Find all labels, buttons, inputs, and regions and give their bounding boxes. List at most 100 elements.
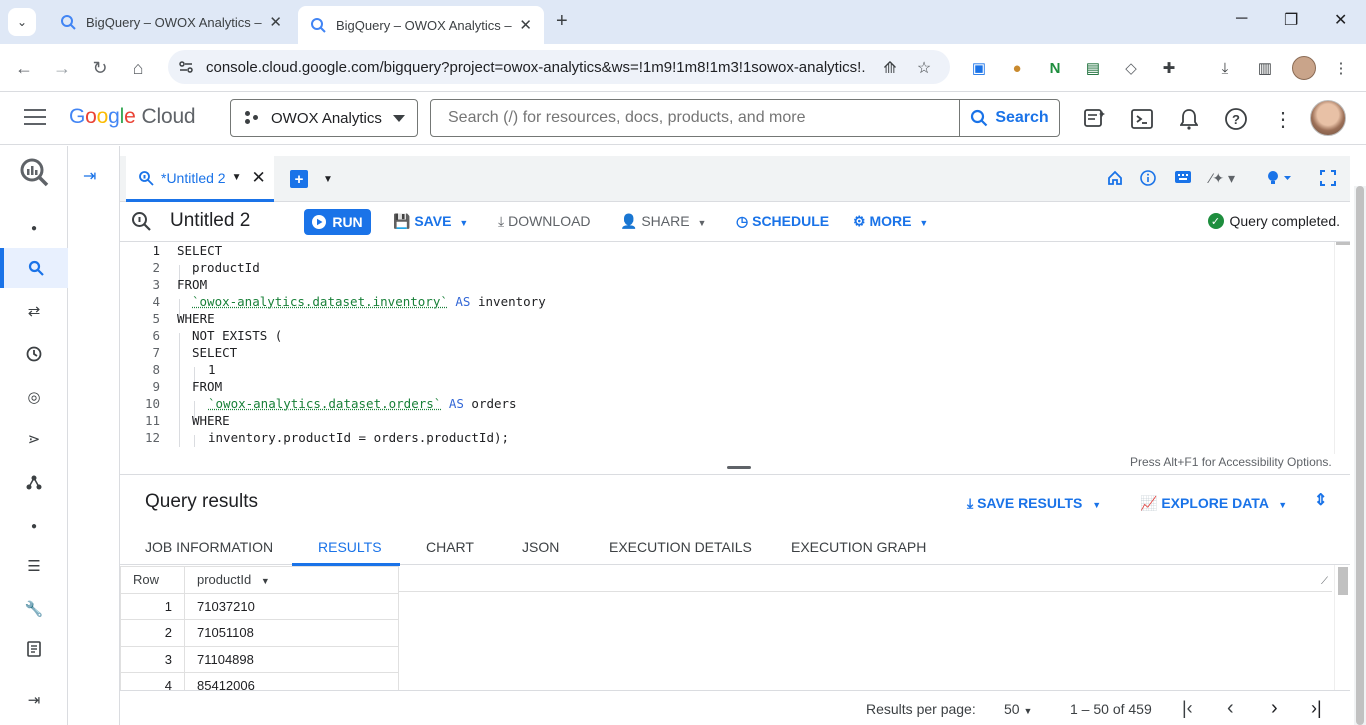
nav-release-notes-icon[interactable] <box>0 629 68 669</box>
insights-chart-icon: 📈 <box>1140 495 1158 511</box>
table-row[interactable]: 1 71037210 <box>120 592 399 620</box>
expand-collapse-icon[interactable]: ⇕ <box>1314 490 1327 510</box>
code-line: 7 SELECT <box>152 345 238 360</box>
nav-wrench-icon[interactable]: 🔧 <box>0 589 68 629</box>
fullscreen-icon[interactable] <box>1320 170 1336 189</box>
nav-search-explorer[interactable] <box>0 248 68 288</box>
main-menu-icon[interactable] <box>24 109 46 127</box>
new-tab-chevron-icon[interactable]: ▼ <box>323 174 333 185</box>
user-avatar[interactable] <box>1310 100 1346 136</box>
close-window-icon[interactable]: ✕ <box>1334 10 1347 30</box>
sort-caret-icon[interactable]: ▼ <box>261 576 270 586</box>
more-button[interactable]: ⚙ MORE ▼ <box>853 213 928 230</box>
restore-icon[interactable]: ❐ <box>1284 10 1298 30</box>
schedule-button[interactable]: ◷ SCHEDULE <box>736 213 829 230</box>
bookmark-star-icon[interactable]: ☆ <box>914 58 934 78</box>
download-button[interactable]: ⤓ DOWNLOAD <box>498 213 591 230</box>
site-info-icon[interactable] <box>178 59 194 75</box>
previous-page-icon[interactable]: ‹ <box>1227 697 1234 720</box>
tab-execution-graph[interactable]: EXECUTION GRAPH <box>791 539 926 555</box>
query-results-pane: Query results ⤓ SAVE RESULTS ▼ 📈 EXPLORE… <box>120 474 1350 725</box>
address-bar[interactable]: console.cloud.google.com/bigquery?projec… <box>168 50 950 84</box>
save-results-button[interactable]: ⤓ SAVE RESULTS ▼ <box>967 495 1101 512</box>
new-query-plus-icon[interactable]: + <box>290 170 308 188</box>
explore-data-button[interactable]: 📈 EXPLORE DATA ▼ <box>1140 495 1287 512</box>
browser-tab-2-active[interactable]: BigQuery – OWOX Analytics – G ✕ <box>298 6 544 44</box>
side-panel-icon[interactable]: ▥ <box>1254 57 1276 79</box>
lightbulb-icon[interactable] <box>1266 170 1292 189</box>
forward-arrow-icon[interactable]: → <box>50 56 74 80</box>
translate-icon[interactable]: ⟰ <box>880 58 900 78</box>
home-icon[interactable] <box>1107 170 1123 189</box>
browser-tab-1[interactable]: BigQuery – OWOX Analytics – G ✕ <box>48 6 294 38</box>
tab-json[interactable]: JSON <box>522 539 559 555</box>
results-title: Query results <box>145 491 258 512</box>
tab-execution-details[interactable]: EXECUTION DETAILS <box>609 539 752 555</box>
cloud-shell-icon[interactable] <box>1129 106 1155 132</box>
results-table: Row productId ▼ 1 71037210 2 71051108 3 711… <box>120 566 399 700</box>
column-resize-icon[interactable]: ⟋ <box>1321 576 1328 587</box>
run-button[interactable]: RUN <box>304 209 371 235</box>
save-button[interactable]: 💾 SAVE ▼ <box>393 213 468 230</box>
column-header-row[interactable]: Row <box>120 566 185 594</box>
editor-tab-untitled-2[interactable]: *Untitled 2 ▼ ✕ <box>126 156 274 202</box>
info-icon[interactable] <box>1140 170 1156 189</box>
back-arrow-icon[interactable]: ← <box>12 56 36 80</box>
nav-analytics-hub-icon[interactable]: ◎ <box>0 377 68 417</box>
search-input[interactable] <box>431 100 959 136</box>
sql-editor[interactable]: 1 SELECT 2 productId 3 FROM 4 `owox-analytic… <box>120 242 1334 454</box>
tab-job-information[interactable]: JOB INFORMATION <box>145 539 273 555</box>
page-scrollbar[interactable] <box>1354 186 1366 725</box>
extension-cookie-icon[interactable]: ● <box>1006 57 1028 79</box>
close-tab-icon[interactable]: ✕ <box>252 168 266 188</box>
browser-profile-avatar[interactable] <box>1292 56 1316 80</box>
search-button[interactable]: Search <box>959 100 1059 136</box>
tab-close-icon[interactable]: ✕ <box>269 13 282 31</box>
table-row[interactable]: 3 71104898 <box>120 645 399 673</box>
extension-chart-icon[interactable]: ▤ <box>1082 57 1104 79</box>
nav-dot-icon[interactable]: ● <box>0 208 68 248</box>
help-icon[interactable]: ? <box>1223 106 1249 132</box>
nav-expand-icon[interactable]: ⇥ <box>0 680 68 720</box>
extension-n-icon[interactable]: N <box>1044 57 1066 79</box>
nav-dataform-icon[interactable]: ⋗ <box>0 419 68 459</box>
nav-dot-icon[interactable]: ● <box>0 506 68 546</box>
nav-data-transfers-icon[interactable]: ⇄ <box>0 291 68 331</box>
chevron-down-icon[interactable]: ▼ <box>232 172 242 183</box>
browser-menu-icon[interactable]: ⋮ <box>1330 57 1352 79</box>
table-row[interactable]: 2 71051108 <box>120 619 399 647</box>
new-tab-button[interactable]: + <box>556 10 568 33</box>
notifications-bell-icon[interactable] <box>1176 106 1202 132</box>
tab-search-chevron-icon[interactable]: ⌄ <box>8 8 36 36</box>
nav-scheduled-queries-icon[interactable] <box>0 334 68 374</box>
keyboard-icon[interactable] <box>1174 170 1192 187</box>
share-button[interactable]: 👤 SHARE ▼ <box>620 213 706 230</box>
home-icon[interactable]: ⌂ <box>126 56 150 80</box>
tab-close-icon[interactable]: ✕ <box>519 16 532 34</box>
extension-cast-icon[interactable]: ▣ <box>968 57 990 79</box>
nav-partner-center-icon[interactable] <box>0 462 68 502</box>
project-picker[interactable]: OWOX Analytics <box>230 99 418 137</box>
bigquery-logo-icon[interactable] <box>0 150 68 194</box>
extension-tag-icon[interactable]: ◇ <box>1120 57 1142 79</box>
first-page-icon[interactable]: |‹ <box>1182 698 1193 719</box>
column-header-productid[interactable]: productId ▼ <box>184 566 399 594</box>
google-cloud-logo[interactable]: Google Cloud <box>69 105 196 129</box>
download-icon[interactable]: ⤓ <box>1214 57 1236 79</box>
results-scrollbar[interactable] <box>1334 565 1350 690</box>
tab-results[interactable]: RESULTS <box>318 539 382 555</box>
last-page-icon[interactable]: ›| <box>1311 698 1322 719</box>
minimize-icon[interactable]: ─ <box>1236 10 1247 28</box>
nav-monitoring-list-icon[interactable]: ☰ <box>0 546 68 586</box>
editor-scrollbar[interactable] <box>1334 242 1350 454</box>
next-page-icon[interactable]: › <box>1271 697 1278 720</box>
reload-icon[interactable]: ↻ <box>88 56 112 80</box>
extensions-puzzle-icon[interactable]: ✚ <box>1158 57 1180 79</box>
pane-resize-handle[interactable] <box>727 466 751 469</box>
gemini-notes-icon[interactable] <box>1082 106 1108 132</box>
magic-wand-icon[interactable]: ⁄✦ ▾ <box>1210 170 1235 187</box>
results-per-page-select[interactable]: 50 ▼ <box>1004 701 1032 717</box>
expand-explorer-icon[interactable]: ⇥ <box>83 166 96 186</box>
tab-chart[interactable]: CHART <box>426 539 474 555</box>
more-vert-icon[interactable]: ⋮ <box>1270 106 1296 132</box>
